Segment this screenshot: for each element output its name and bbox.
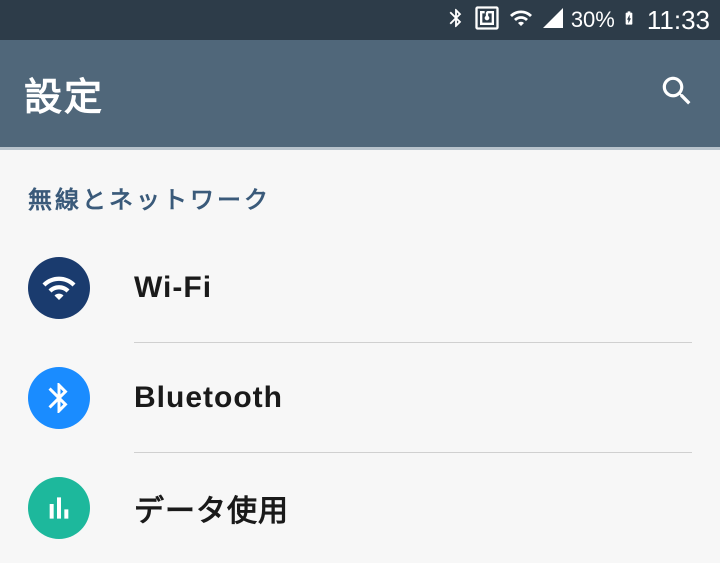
status-bar: 30% 11:33 — [0, 0, 720, 40]
signal-icon — [541, 6, 565, 35]
wifi-icon — [507, 6, 535, 35]
settings-item-label: Bluetooth — [134, 381, 283, 415]
nfc-icon — [473, 4, 501, 37]
page-title: 設定 — [24, 66, 104, 121]
section-header: 無線とネットワーク — [0, 180, 720, 233]
content: 無線とネットワーク Wi-Fi Bluetooth データ使用 — [0, 150, 720, 563]
settings-item-label: データ使用 — [134, 486, 289, 530]
battery-charging-icon — [621, 5, 637, 36]
bluetooth-icon — [445, 4, 467, 37]
settings-list: Wi-Fi Bluetooth データ使用 — [0, 233, 720, 563]
app-bar: 設定 — [0, 40, 720, 150]
settings-item-label: Wi-Fi — [134, 271, 212, 305]
settings-item-wifi[interactable]: Wi-Fi — [0, 233, 720, 343]
status-time: 11:33 — [647, 5, 710, 36]
settings-item-bluetooth[interactable]: Bluetooth — [0, 343, 720, 453]
search-button[interactable] — [658, 72, 696, 115]
wifi-circle-icon — [28, 257, 90, 319]
settings-item-data-usage[interactable]: データ使用 — [0, 453, 720, 563]
data-usage-circle-icon — [28, 477, 90, 539]
bluetooth-circle-icon — [28, 367, 90, 429]
battery-percent: 30% — [571, 7, 615, 33]
